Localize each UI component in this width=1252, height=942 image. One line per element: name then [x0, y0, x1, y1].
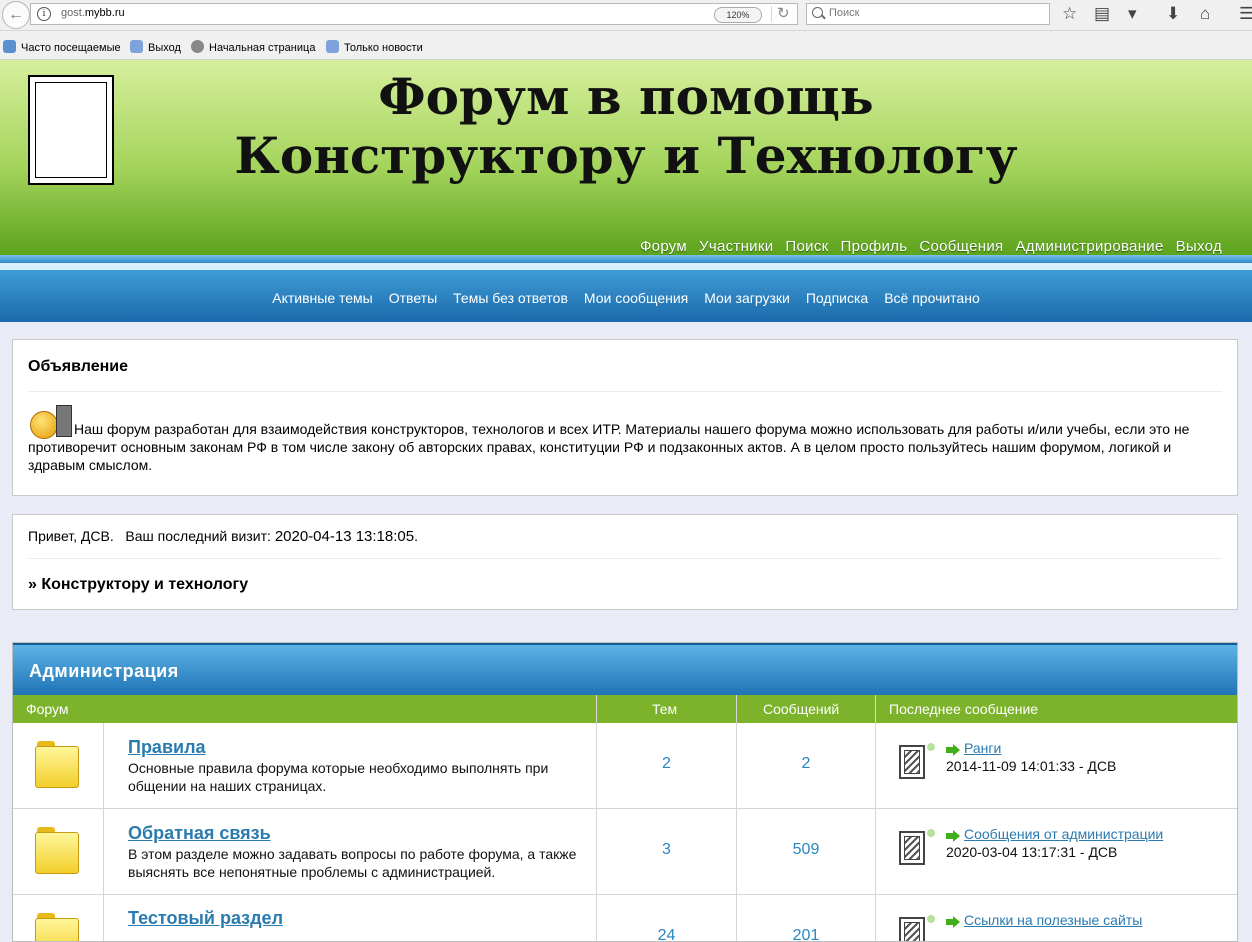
sub-navigation: Активные темы Ответы Темы без ответов Мои с…	[0, 270, 1252, 322]
welcome-text: Привет, ДСВ. Ваш последний визит: 2020-0…	[28, 528, 418, 545]
folder-icon	[35, 741, 79, 788]
subnav-my-uploads[interactable]: Мои загрузки	[704, 290, 790, 306]
table-row: Тестовый раздел 24 201 Ссылки на полезны…	[13, 895, 1237, 942]
welcome-panel: Привет, ДСВ. Ваш последний визит: 2020-0…	[12, 514, 1238, 610]
search-placeholder: Поиск	[829, 7, 860, 19]
browser-toolbar: ← i gost.mybb.ru 120% ↻ Поиск ☆ ▤ ▾ ⬇ ⌂ …	[0, 0, 1252, 31]
announcement-title: Объявление	[28, 358, 128, 375]
announcement-text: Наш форум разработан для взаимодействия …	[28, 405, 1217, 474]
table-row: Обратная связь В этом разделе можно зада…	[13, 809, 1237, 895]
subnav-replies[interactable]: Ответы	[389, 290, 437, 306]
category-header: Администрация	[13, 643, 1237, 695]
globe-icon	[191, 40, 204, 53]
last-post-link[interactable]: Ранги	[964, 740, 1001, 756]
banner-line-2: Конструктору и Технологу	[234, 126, 1018, 185]
category-title[interactable]: Администрация	[29, 661, 179, 682]
header-gap	[0, 263, 1252, 270]
last-visit-date: 2020-04-13 13:18:05	[274, 528, 415, 545]
forum-title-link[interactable]: Обратная связь	[128, 823, 271, 844]
breadcrumb[interactable]: » Конструктору и технологу	[28, 576, 248, 594]
table-row: Правила Основные правила форума которые …	[13, 723, 1237, 809]
forum-category-table: Администрация Форум Тем Сообщений Послед…	[12, 642, 1238, 942]
subnav-subscriptions[interactable]: Подписка	[806, 290, 868, 306]
arrow-right-icon	[946, 830, 961, 842]
post-count: 201	[792, 927, 820, 942]
url-text: gost.mybb.ru	[61, 7, 125, 19]
col-topics: Тем	[652, 701, 678, 717]
back-button[interactable]: ←	[2, 1, 30, 29]
forum-header: Форум в помощь Конструктору и Технологу …	[0, 60, 1252, 255]
online-dot-icon	[927, 743, 935, 751]
url-separator	[771, 6, 772, 22]
folder-icon	[35, 913, 79, 941]
bookmark-page-icon	[130, 40, 143, 53]
smiley-icon	[28, 405, 74, 439]
bookmark-most-visited[interactable]: Часто посещаемые	[3, 40, 121, 54]
folder-icon	[35, 827, 79, 874]
nav-messages[interactable]: Сообщения	[919, 238, 1003, 255]
info-icon[interactable]: i	[37, 7, 51, 21]
last-post-meta: 2020-03-04 13:17:31 - ДСВ	[946, 844, 1118, 860]
header-stripe	[0, 255, 1252, 263]
arrow-right-icon	[946, 916, 961, 928]
post-count: 2	[801, 755, 811, 772]
nav-members[interactable]: Участники	[699, 238, 773, 255]
most-visited-icon	[3, 40, 16, 53]
nav-search[interactable]: Поиск	[785, 238, 828, 255]
address-bar[interactable]: i gost.mybb.ru 120% ↻	[30, 3, 798, 25]
top-navigation: Форум Участники Поиск Профиль Сообщения Админ…	[628, 238, 1222, 255]
col-posts: Сообщений	[763, 701, 840, 717]
avatar	[899, 745, 925, 779]
nav-forum[interactable]: Форум	[640, 238, 687, 255]
bookmark-page-icon	[326, 40, 339, 53]
subnav-my-posts[interactable]: Мои сообщения	[584, 290, 688, 306]
online-dot-icon	[927, 915, 935, 923]
announcement-panel: Объявление Наш форум разработан для взаи…	[12, 339, 1238, 496]
subnav-active-topics[interactable]: Активные темы	[272, 290, 373, 306]
zoom-badge[interactable]: 120%	[714, 7, 762, 23]
avatar	[899, 831, 925, 865]
reload-icon[interactable]: ↻	[777, 4, 790, 22]
post-count: 509	[792, 841, 820, 858]
menu-icon[interactable]: ☰	[1239, 4, 1252, 24]
nav-admin[interactable]: Администрирование	[1015, 238, 1163, 255]
arrow-right-icon	[946, 744, 961, 756]
last-post-link[interactable]: Ссылки на полезные сайты	[964, 912, 1142, 928]
home-icon[interactable]: ⌂	[1200, 4, 1210, 24]
topic-count: 3	[662, 841, 671, 858]
search-bar[interactable]: Поиск	[806, 3, 1050, 25]
subnav-unanswered[interactable]: Темы без ответов	[453, 290, 568, 306]
last-post-meta: 2014-11-09 14:01:33 - ДСВ	[946, 758, 1117, 774]
download-icon[interactable]: ⬇	[1166, 4, 1180, 24]
divider	[28, 391, 1222, 392]
topic-count: 2	[662, 755, 671, 772]
topic-count: 24	[657, 927, 676, 942]
bookmark-home[interactable]: Начальная страница	[191, 40, 315, 54]
table-header: Форум Тем Сообщений Последнее сообщение	[13, 695, 1237, 723]
subnav-mark-read[interactable]: Всё прочитано	[884, 290, 980, 306]
divider	[28, 558, 1222, 559]
banner-line-1: Форум в помощь	[378, 67, 874, 126]
username[interactable]: ДСВ	[81, 528, 110, 544]
forum-title-link[interactable]: Правила	[128, 737, 206, 758]
nav-logout[interactable]: Выход	[1176, 238, 1222, 255]
forum-description: В этом разделе можно задавать вопросы по…	[128, 846, 577, 880]
bookmark-news[interactable]: Только новости	[326, 40, 423, 54]
bookmark-star-icon[interactable]: ☆	[1062, 4, 1077, 24]
bookmark-exit[interactable]: Выход	[130, 40, 181, 54]
reading-list-icon[interactable]: ▤	[1094, 4, 1110, 24]
col-last-post: Последнее сообщение	[889, 701, 1039, 717]
pocket-icon[interactable]: ▾	[1128, 4, 1137, 24]
nav-profile[interactable]: Профиль	[841, 238, 908, 255]
avatar	[899, 917, 925, 941]
forum-title-link[interactable]: Тестовый раздел	[128, 908, 283, 929]
online-dot-icon	[927, 829, 935, 837]
last-post-link[interactable]: Сообщения от администрации	[964, 826, 1163, 842]
forum-description: Основные правила форума которые необходи…	[128, 760, 549, 794]
search-icon	[812, 7, 823, 18]
bookmarks-bar: Часто посещаемые Выход Начальная страниц…	[0, 31, 1252, 60]
col-forum: Форум	[26, 701, 69, 717]
